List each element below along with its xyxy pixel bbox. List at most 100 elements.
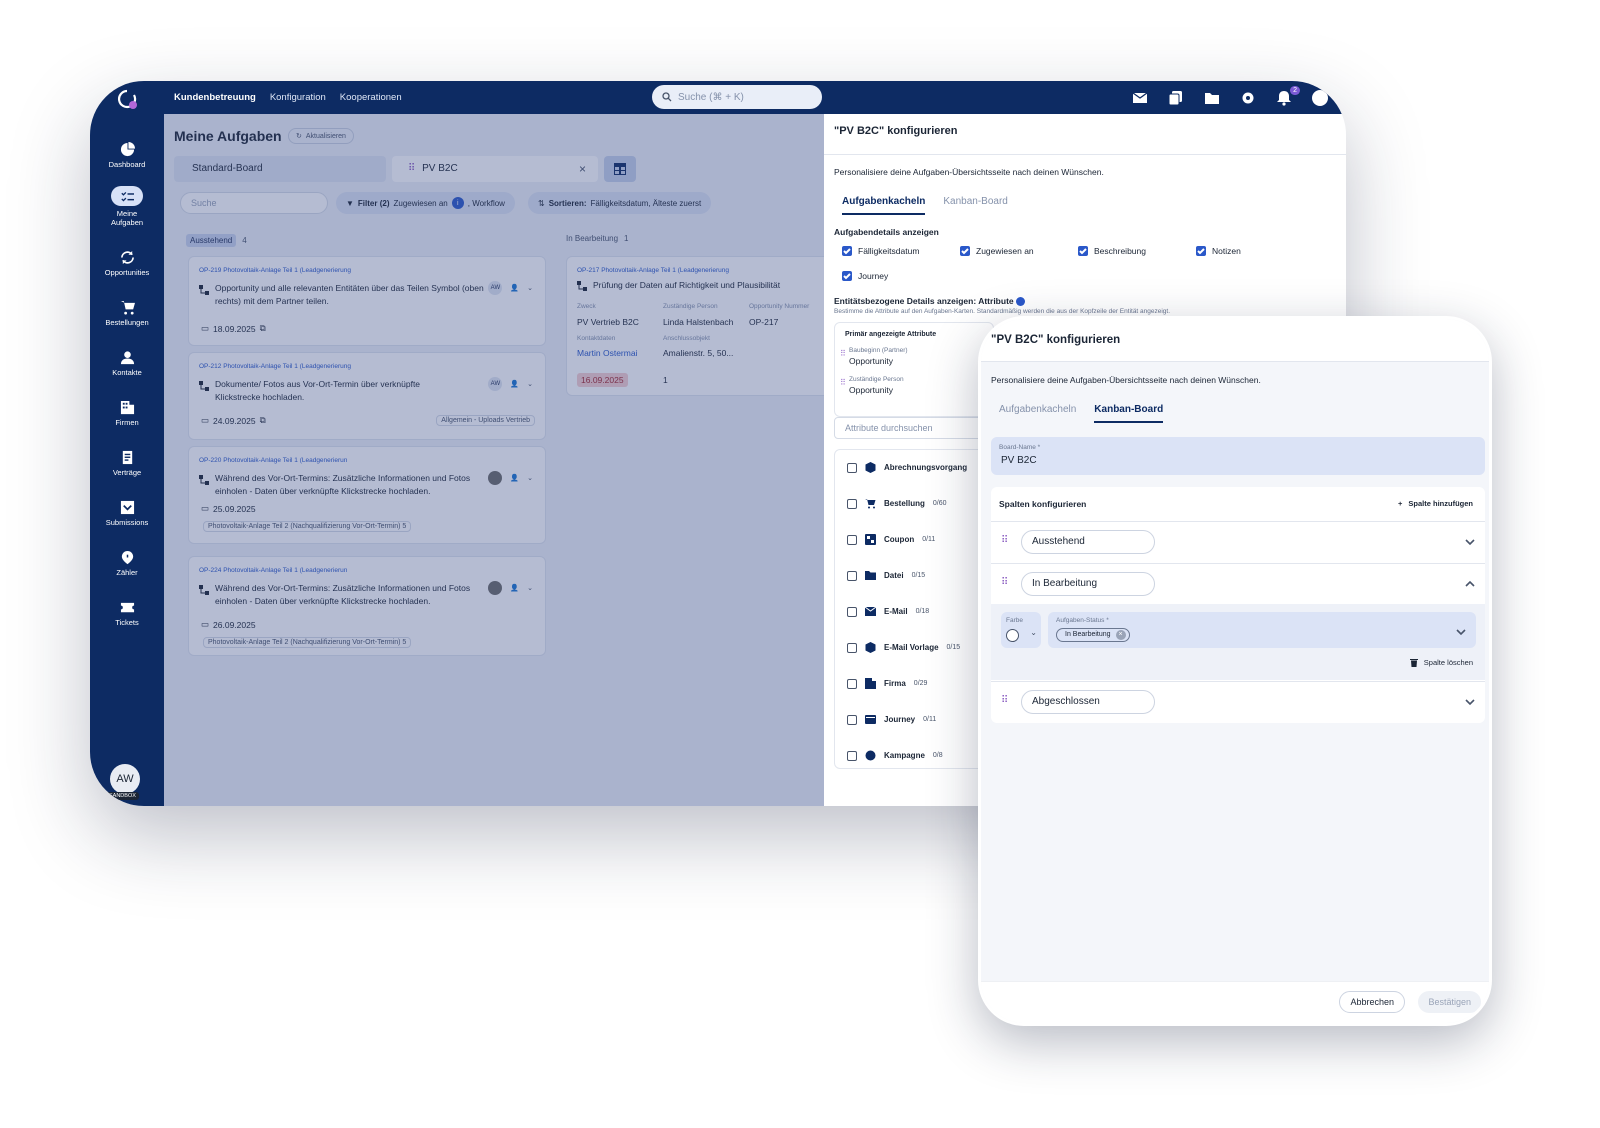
card-tag[interactable]: Photovoltaik-Anlage Teil 2 (Nachqualifiz… [203,637,412,648]
drag-handle-icon[interactable]: ⠿ [840,378,846,387]
sidebar-item-firmen[interactable]: Firmen [90,400,164,427]
board-name-field[interactable]: Board-Name * PV B2C [991,437,1485,475]
drag-handle-icon[interactable]: ⠿ [840,349,846,358]
chevron-down-icon[interactable]: ⌄ [527,584,533,592]
entity-row[interactable]: Firma 0/29 [847,678,927,689]
assignee-avatar[interactable]: AW [488,281,503,295]
sort-chip[interactable]: ⇅ Sortieren: Fälligkeitsdatum, Älteste z… [528,192,712,214]
card-reference[interactable]: OP-224 Photovoltaik-Anlage Teil 1 (Leadg… [199,567,347,574]
column-name-input[interactable]: Ausstehend [1021,530,1155,554]
copy-icon[interactable]: ⧉ [260,415,266,426]
nav-kundenbetreuung[interactable]: Kundenbetreuung [174,92,256,103]
checkbox-journey[interactable]: Journey [842,271,888,281]
assignee-photo[interactable] [488,471,503,485]
drag-handle-icon[interactable]: ⠿ [1001,695,1008,706]
status-select[interactable]: Aufgaben-Status * In Bearbeitung × [1048,612,1476,648]
entity-count: 0/15 [946,644,961,651]
drag-handle-icon[interactable]: ⠿ [1001,577,1008,588]
notifications-button[interactable]: 2 [1276,85,1300,106]
entity-row[interactable]: Bestellung 0/60 [847,498,947,509]
entity-row[interactable]: Datei 0/15 [847,570,925,581]
sidebar-item-vertraege[interactable]: Verträge [90,450,164,477]
task-card[interactable]: OP-219 Photovoltaik-Anlage Teil 1 (Leadg… [188,256,546,346]
refresh-button[interactable]: ↻ Aktualisieren [288,128,354,144]
sidebar-item-dashboard[interactable]: Dashboard [90,142,164,169]
card-reference[interactable]: OP-217 Photovoltaik-Anlage Teil 1 (Leadg… [577,267,729,274]
delete-column-button[interactable]: Spalte löschen [1409,658,1473,667]
nav-konfiguration[interactable]: Konfiguration [270,92,326,103]
app-logo-icon[interactable] [116,88,138,110]
cancel-button[interactable]: Abbrechen [1339,991,1405,1013]
task-card[interactable]: OP-224 Photovoltaik-Anlage Teil 1 (Leadg… [188,556,546,656]
gear-icon[interactable] [1240,90,1256,106]
chevron-down-icon[interactable] [1465,534,1475,546]
tab-kanban-board[interactable]: Kanban-Board [1094,404,1164,423]
sidebar-item-zaehler[interactable]: Zähler [90,550,164,577]
tab-kanban-board[interactable]: Kanban-Board [943,196,1008,215]
assign-person-icon[interactable]: 👤 [510,584,519,592]
user-avatar-top[interactable] [1312,89,1328,106]
info-icon[interactable] [1016,297,1025,307]
entity-row[interactable]: Abrechnungsvorgang [847,462,975,473]
task-card-in-progress[interactable]: OP-217 Photovoltaik-Anlage Teil 1 (Leadg… [566,256,824,396]
checkbox-faelligkeitsdatum[interactable]: Fälligkeitsdatum [842,246,919,256]
entity-row[interactable]: Journey 0/11 [847,714,936,725]
entity-row[interactable]: E-Mail 0/18 [847,606,929,617]
checkbox-zugewiesen[interactable]: Zugewiesen an [960,246,1034,256]
sidebar-item-tickets[interactable]: Tickets [90,600,164,627]
board-tab-standard[interactable]: Standard-Board [174,156,386,182]
sidebar-item-opportunities[interactable]: Opportunities [90,250,164,277]
sidebar-item-submissions[interactable]: Submissions [90,500,164,527]
task-search-input[interactable]: Suche [180,192,328,214]
global-search-input[interactable]: Suche (⌘ + K) [652,85,822,109]
checkbox-notizen[interactable]: Notizen [1196,246,1241,256]
column-name-input[interactable]: In Bearbeitung [1021,572,1155,596]
drag-handle-icon[interactable]: ⠿ [1001,535,1008,546]
sidebar-item-meine-aufgaben[interactable]: Meine Aufgaben [90,186,164,227]
contact-link[interactable]: Martin Ostermai [577,348,637,358]
mail-icon[interactable] [1132,90,1148,106]
card-reference[interactable]: OP-212 Photovoltaik-Anlage Teil 1 (Leadg… [199,363,351,370]
attribute-search-input[interactable]: Attribute durchsuchen [834,417,994,439]
panel-subtitle: Personalisiere deine Aufgaben-Übersichts… [834,167,1104,177]
due-date-value: 26.09.2025 [213,619,256,630]
assignee-avatar[interactable]: AW [488,377,503,391]
nav-kooperationen[interactable]: Kooperationen [340,92,402,103]
tab-aufgabenkacheln[interactable]: Aufgabenkacheln [842,196,926,215]
chevron-up-icon[interactable] [1465,576,1475,587]
card-tag[interactable]: Photovoltaik-Anlage Teil 2 (Nachqualifiz… [203,521,412,532]
sidebar-item-bestellungen[interactable]: Bestellungen [90,300,164,327]
card-reference[interactable]: OP-219 Photovoltaik-Anlage Teil 1 (Leadg… [199,267,351,274]
task-card[interactable]: OP-212 Photovoltaik-Anlage Teil 1 (Leadg… [188,352,546,440]
close-icon[interactable]: × [579,156,586,182]
confirm-button[interactable]: Bestätigen [1418,991,1481,1013]
color-select[interactable]: Farbe ⌄ [1001,612,1041,648]
entity-row[interactable]: E-Mail Vorlage 0/15 [847,642,960,653]
card-reference[interactable]: OP-220 Photovoltaik-Anlage Teil 1 (Leadg… [199,457,347,464]
assignee-photo[interactable] [488,581,503,595]
assign-person-icon[interactable]: 👤 [510,474,519,482]
copy-icon[interactable]: ⧉ [260,323,266,334]
filter-chip[interactable]: ▼ Filter (2) Zugewiesen an i , Workflow [336,192,515,214]
chevron-down-icon[interactable]: ⌄ [527,474,533,482]
card-tag[interactable]: Allgemein - Uploads Vertrieb [436,415,535,426]
checkbox-beschreibung[interactable]: Beschreibung [1078,246,1146,256]
board-settings-button[interactable] [604,156,636,182]
tab-aufgabenkacheln[interactable]: Aufgabenkacheln [999,404,1076,423]
folder-icon[interactable] [1204,90,1220,106]
copy-icon[interactable] [1168,90,1184,106]
chevron-down-icon[interactable]: ⌄ [527,380,533,388]
entity-row[interactable]: Coupon 0/11 [847,534,935,545]
chevron-down-icon[interactable] [1465,694,1475,706]
remove-chip-icon[interactable]: × [1115,630,1126,640]
board-tab-pv-b2c[interactable]: ⠿ PV B2C × [392,156,598,182]
column-name-input[interactable]: Abgeschlossen [1021,690,1155,714]
user-avatar[interactable]: AW [110,764,140,794]
sidebar-item-kontakte[interactable]: Kontakte [90,350,164,377]
task-card[interactable]: OP-220 Photovoltaik-Anlage Teil 1 (Leadg… [188,446,546,544]
chevron-down-icon[interactable]: ⌄ [527,284,533,292]
assign-person-icon[interactable]: 👤 [510,284,519,292]
assign-person-icon[interactable]: 👤 [510,380,519,388]
add-column-button[interactable]: + Spalte hinzufügen [1398,499,1473,508]
entity-row[interactable]: Kampagne 0/8 [847,750,943,761]
